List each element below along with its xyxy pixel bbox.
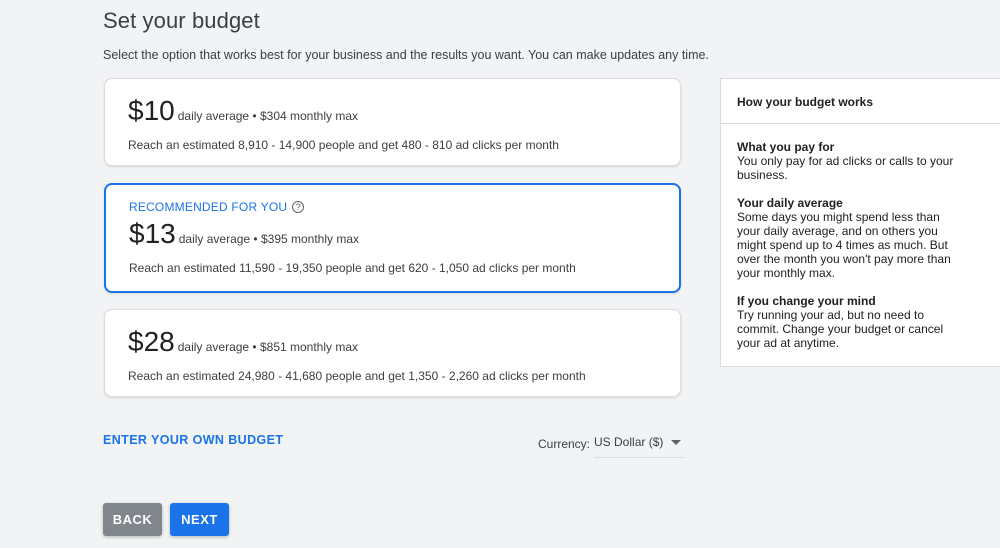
budget-detail: daily average • $851 monthly max [177, 340, 359, 354]
page-subtitle: Select the option that works best for yo… [103, 48, 709, 62]
enter-own-budget-link[interactable]: ENTER YOUR OWN BUDGET [103, 433, 283, 447]
info-section-text: Try running your ad, but no need to comm… [737, 308, 944, 350]
budget-detail: daily average • $304 monthly max [177, 109, 359, 123]
price-row: $28 daily average • $851 monthly max [128, 326, 670, 360]
currency-label: Currency: [538, 436, 591, 451]
info-section-title: What you pay for [737, 140, 835, 154]
info-section-daily-average: Your daily average Some days you might s… [737, 196, 965, 280]
page-title: Set your budget [103, 8, 260, 33]
info-section-pay: What you pay for You only pay for ad cli… [737, 140, 965, 182]
caret-down-icon [671, 439, 682, 445]
budget-reach: Reach an estimated 8,910 - 14,900 people… [128, 138, 559, 152]
info-section-change-mind: If you change your mind Try running your… [737, 294, 965, 350]
recommended-label-text: RECOMMENDED FOR YOU [129, 200, 288, 214]
info-section-text: You only pay for ad clicks or calls to y… [737, 154, 954, 182]
info-panel-title: How your budget works [721, 79, 1000, 124]
budget-reach: Reach an estimated 11,590 - 19,350 peopl… [129, 261, 576, 275]
help-circle-icon[interactable]: ? [292, 201, 305, 213]
budget-price: $13 [129, 218, 176, 249]
budget-option-28[interactable]: $28 daily average • $851 monthly max Rea… [104, 309, 681, 397]
budget-page: Set your budget Select the option that w… [0, 0, 1000, 548]
currency-dropdown[interactable]: US Dollar ($) [594, 435, 686, 458]
budget-option-13[interactable]: RECOMMENDED FOR YOU ? $13 daily average … [104, 183, 681, 293]
budget-info-panel: How your budget works What you pay for Y… [720, 78, 1000, 367]
budget-option-10[interactable]: $10 daily average • $304 monthly max Rea… [104, 78, 681, 166]
currency-value: US Dollar ($) [594, 435, 664, 449]
budget-price: $28 [128, 326, 175, 357]
back-button[interactable]: BACK [103, 503, 162, 536]
budget-price: $10 [128, 95, 175, 126]
info-section-title: Your daily average [737, 196, 843, 210]
info-section-text: Some days you might spend less than your… [737, 210, 951, 280]
recommended-label: RECOMMENDED FOR YOU ? [129, 200, 669, 214]
budget-detail: daily average • $395 monthly max [178, 232, 360, 246]
budget-reach: Reach an estimated 24,980 - 41,680 peopl… [128, 369, 586, 383]
price-row: $13 daily average • $395 monthly max [129, 218, 669, 252]
currency-selector: Currency: US Dollar ($) [538, 432, 686, 458]
next-button[interactable]: NEXT [170, 503, 229, 536]
price-row: $10 daily average • $304 monthly max [128, 95, 670, 129]
info-section-title: If you change your mind [737, 294, 876, 308]
